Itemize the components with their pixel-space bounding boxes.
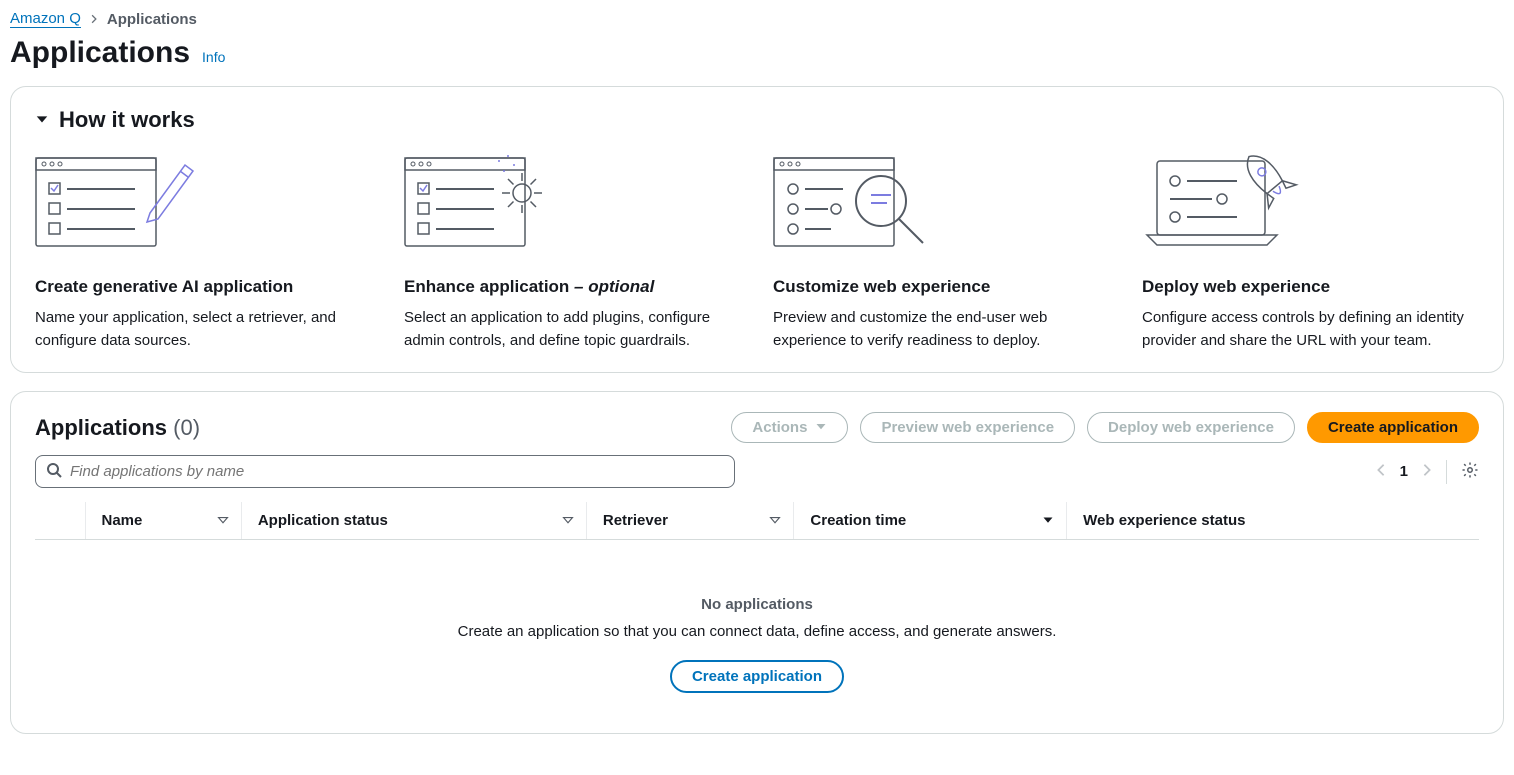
page-number: 1: [1400, 463, 1408, 480]
preview-web-experience-button[interactable]: Preview web experience: [860, 412, 1075, 443]
applications-actions: Actions Preview web experience Deploy we…: [731, 412, 1479, 443]
caret-down-icon: [815, 419, 827, 436]
breadcrumb-root-link[interactable]: Amazon Q: [10, 10, 81, 28]
actions-label: Actions: [752, 419, 807, 436]
step-title: Create generative AI application: [35, 277, 293, 296]
search-box[interactable]: [35, 455, 735, 488]
step-create-app: Create generative AI application Name yo…: [35, 153, 372, 352]
page-prev-icon[interactable]: [1376, 463, 1386, 480]
step-desc: Name your application, select a retrieve…: [35, 307, 372, 352]
step-customize-web: Customize web experience Preview and cus…: [773, 153, 1110, 352]
step-desc: Select an application to add plugins, co…: [404, 307, 741, 352]
how-it-works-title: How it works: [59, 107, 195, 133]
step-desc: Preview and customize the end-user web e…: [773, 307, 1110, 352]
sort-icon: [562, 512, 574, 529]
step-title: Deploy web experience: [1142, 277, 1330, 296]
how-it-works-steps: Create generative AI application Name yo…: [35, 153, 1479, 352]
sort-desc-icon: [1042, 512, 1054, 529]
create-application-button[interactable]: Create application: [1307, 412, 1479, 443]
radio-magnifier-icon: [773, 153, 933, 253]
col-webexp[interactable]: Web experience status: [1067, 502, 1479, 540]
applications-count: (0): [173, 415, 200, 440]
step-title: Customize web experience: [773, 277, 990, 296]
collapse-toggle-icon[interactable]: [35, 112, 49, 129]
checklist-pencil-icon: [35, 153, 195, 253]
empty-create-application-button[interactable]: Create application: [670, 660, 844, 693]
step-desc: Configure access controls by defining an…: [1142, 307, 1479, 352]
step-enhance-app: Enhance application – optional Select an…: [404, 153, 741, 352]
empty-title: No applications: [35, 596, 1479, 613]
breadcrumb-current: Applications: [107, 11, 197, 28]
checklist-gear-icon: [404, 153, 564, 253]
empty-desc: Create an application so that you can co…: [35, 623, 1479, 640]
step-optional: – optional: [569, 277, 654, 296]
pagination: 1: [1376, 460, 1479, 484]
chevron-right-icon: [89, 11, 99, 28]
search-icon: [46, 462, 62, 481]
apps-controls-row: 1: [35, 455, 1479, 488]
laptop-rocket-icon: [1142, 153, 1302, 253]
col-retriever[interactable]: Retriever: [586, 502, 794, 540]
page-next-icon[interactable]: [1422, 463, 1432, 480]
settings-gear-icon[interactable]: [1461, 461, 1479, 482]
breadcrumb: Amazon Q Applications: [10, 10, 1504, 28]
sort-icon: [217, 512, 229, 529]
applications-header: Applications (0) Actions Preview web exp…: [35, 412, 1479, 443]
step-title: Enhance application: [404, 277, 569, 296]
col-status-label: Application status: [258, 512, 388, 529]
col-select: [35, 502, 85, 540]
col-status[interactable]: Application status: [241, 502, 586, 540]
search-input[interactable]: [70, 463, 724, 480]
applications-title: Applications (0): [35, 415, 200, 441]
how-it-works-panel: How it works: [10, 86, 1504, 373]
page-header: Applications Info: [10, 36, 1504, 70]
col-name-label: Name: [102, 512, 143, 529]
col-creation-label: Creation time: [810, 512, 906, 529]
col-webexp-label: Web experience status: [1083, 512, 1245, 529]
sort-icon: [769, 512, 781, 529]
col-retriever-label: Retriever: [603, 512, 668, 529]
info-link[interactable]: Info: [202, 49, 225, 65]
divider: [1446, 460, 1447, 484]
col-name[interactable]: Name: [85, 502, 241, 540]
actions-dropdown-button[interactable]: Actions: [731, 412, 848, 443]
step-deploy-web: Deploy web experience Configure access c…: [1142, 153, 1479, 352]
col-creation[interactable]: Creation time: [794, 502, 1067, 540]
empty-state: No applications Create an application so…: [35, 540, 1479, 713]
page-title: Applications: [10, 36, 190, 70]
applications-title-text: Applications: [35, 415, 167, 440]
deploy-web-experience-button[interactable]: Deploy web experience: [1087, 412, 1295, 443]
applications-panel: Applications (0) Actions Preview web exp…: [10, 391, 1504, 734]
applications-table: Name Application status Retriever: [35, 502, 1479, 540]
how-it-works-header: How it works: [35, 107, 1479, 133]
